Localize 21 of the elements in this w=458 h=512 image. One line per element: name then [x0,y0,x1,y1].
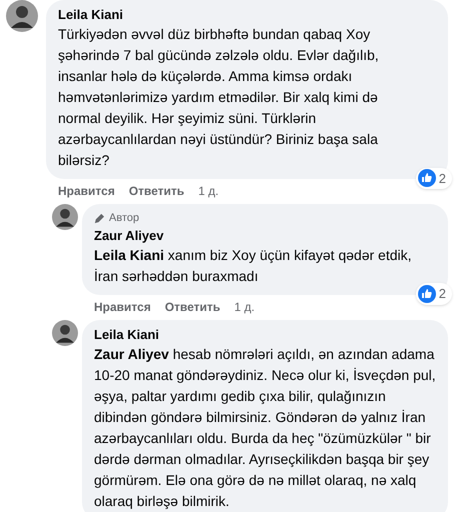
action-link[interactable]: Ответить [164,298,220,316]
comment-text: Leila Kiani xanım biz Xoy üçün kifayət qədər etdik, İran sərhəddən buraxmadı [94,246,412,286]
timestamp: 1 д. [198,183,219,200]
thumbs-up-icon [418,284,436,303]
timestamp: 1 д. [234,298,255,316]
comment-text: Zaur Aliyev hesab nömrələri açıldı, ən azından adama 10-20 manat göndərəydiniz. Necə olur ki, İsveçdən pul, əşya, paltar yardımı gedib çıxa bilir, qulağınızın dibindən göndərə bilmirsiniz. Göndərən də yalnız İran azərbaycanlıları oldu. Burda da heç "özümüzkülər " bir dərdə dərman olmadılar. Ayrıseçkilikdən başqa bir şey görmürəm. Elə ona görə də nə millət olaraq, nə xalq olaraq birləşə bilmirik. [94,344,436,511]
avatar-icon[interactable] [6,0,38,32]
author-name[interactable]: Zaur Aliyev [94,226,436,244]
author-name[interactable]: Leila Kiani [94,326,436,344]
comment-text: Türkiyədən əvvəl düz birbhəftə bundan qabaq Xoy şəhərində 7 bal gücündə zəlzələ oldu. Evlər dağılıb, insanlar hələ də küçələrdə. Amma kimsə ordakı həmvətənlərimizə yardım etmədilər. Bir xalq kimi də normal deyilik. Hər şeyimiz süni. Türklərin azərbaycanlılardan nəyi üstündür? Biriniz başa sala bilərsiz? [58,25,380,170]
author-name[interactable]: Leila Kiani [58,6,436,24]
reaction-count[interactable]: 2 [416,283,452,304]
action-link[interactable]: Ответить [128,182,184,200]
reaction-count[interactable]: 2 [416,168,452,189]
avatar-icon[interactable] [52,204,78,230]
author-label: Автор [109,211,140,226]
avatar-icon[interactable] [52,320,78,346]
action-link[interactable]: Нравится [94,298,151,316]
pen-icon [94,212,105,224]
action-link[interactable]: Нравится [58,182,115,200]
thumbs-up-icon [418,169,436,188]
